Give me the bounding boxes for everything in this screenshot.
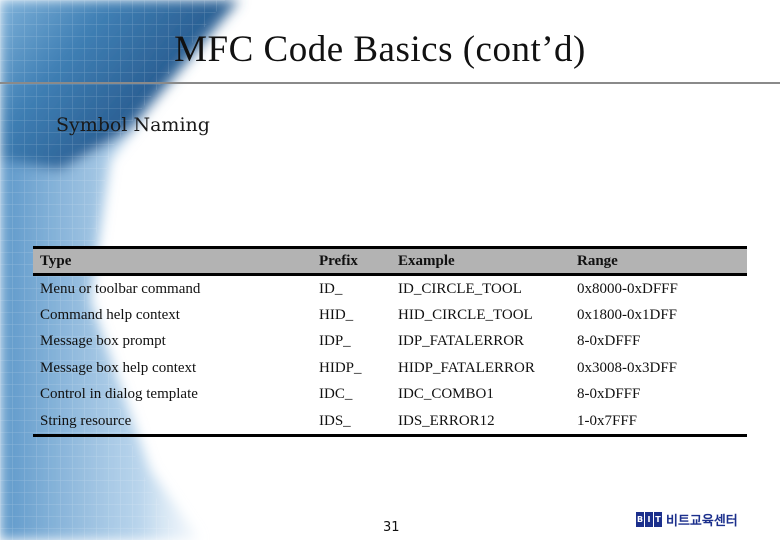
table-row: Message box help context HIDP_ HIDP_FATA…: [33, 355, 747, 381]
cell-prefix: HIDP_: [319, 359, 362, 376]
table-row: Menu or toolbar command ID_ ID_CIRCLE_TO…: [33, 275, 747, 303]
cell-type: Message box help context: [40, 359, 197, 376]
table-row: Control in dialog template IDC_ IDC_COMB…: [33, 382, 747, 408]
cell-type: Control in dialog template: [40, 386, 198, 403]
cell-range: 8-0xDFFF: [577, 333, 641, 350]
cell-type: String resource: [33, 407, 312, 438]
cell-prefix: IDC_: [319, 386, 353, 403]
cell-prefix: HID_: [319, 307, 354, 324]
bit-logo-icon: B I T: [636, 512, 663, 527]
cell-example: ID_CIRCLE_TOOL: [398, 280, 522, 297]
cell-range: 1-0x7FFF: [570, 407, 747, 438]
cell-example: IDC_COMBO1: [398, 386, 494, 403]
table-row: Message box prompt IDP_ IDP_FATALERROR 8…: [33, 329, 747, 355]
page-number: 31: [383, 520, 400, 535]
header-type: Type: [33, 246, 312, 276]
cell-example: HIDP_FATALERROR: [398, 359, 535, 376]
cell-type: Message box prompt: [40, 333, 166, 350]
cell-type: Command help context: [40, 307, 180, 324]
header-range: Range: [570, 246, 747, 276]
logo-letter: T: [654, 512, 662, 527]
table-row: String resource IDS_ IDS_ERROR12 1-0x7FF…: [33, 407, 747, 438]
cell-range: 0x8000-0xDFFF: [577, 280, 678, 297]
table-row: Command help context HID_ HID_CIRCLE_TOO…: [33, 302, 747, 328]
symbol-naming-table: Type Prefix Example Range Menu or toolba…: [33, 246, 747, 438]
cell-prefix: IDP_: [319, 333, 351, 350]
slide-subtitle: Symbol Naming: [56, 114, 210, 136]
cell-example: IDS_ERROR12: [391, 407, 570, 438]
cell-prefix: IDS_: [312, 407, 391, 438]
cell-example: HID_CIRCLE_TOOL: [398, 307, 533, 324]
cell-range: 0x1800-0x1DFF: [577, 307, 678, 324]
table-header-row: Type Prefix Example Range: [33, 246, 747, 276]
cell-prefix: ID_: [319, 280, 343, 297]
logo-text: 비트교육센터: [666, 514, 738, 529]
cell-type: Menu or toolbar command: [40, 280, 201, 297]
logo-letter: B: [636, 512, 644, 527]
cell-range: 0x3008-0x3DFF: [577, 359, 678, 376]
cell-example: IDP_FATALERROR: [398, 333, 525, 350]
logo-letter: I: [645, 512, 653, 527]
header-prefix: Prefix: [312, 246, 391, 276]
header-example: Example: [391, 246, 570, 276]
slide-title: MFC Code Basics (cont’d): [174, 29, 586, 70]
title-divider: [0, 82, 780, 84]
cell-range: 8-0xDFFF: [577, 386, 641, 403]
bit-logo: B I T 비트교육센터: [636, 510, 738, 529]
